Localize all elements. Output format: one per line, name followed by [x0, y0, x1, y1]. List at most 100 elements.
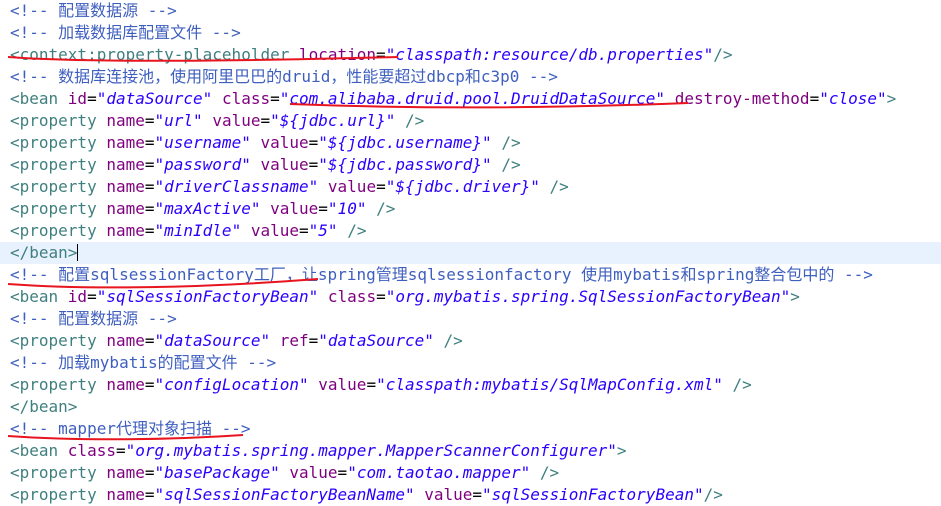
code-token-attr: name — [106, 133, 145, 152]
code-token-comment: <!-- 数据库连接池，使用阿里巴巴的druid，性能要超过dbcp和c3p0 … — [10, 67, 558, 86]
code-token-val: "url" — [154, 111, 203, 130]
code-token-val: "dataSource" — [96, 89, 213, 108]
code-token-txt: = — [299, 221, 309, 240]
code-token-txt: = — [87, 89, 97, 108]
code-token-tag: <property — [10, 133, 107, 152]
code-token-val: "${jdbc.username}" — [318, 133, 492, 152]
code-token-attr: id — [67, 89, 88, 108]
code-line[interactable]: <property name="configLocation" value="c… — [0, 374, 941, 396]
code-line[interactable]: <property name="minIdle" value="5" /> — [0, 220, 941, 242]
code-token-val: "configLocation" — [154, 375, 309, 394]
code-token-tag: <property — [10, 111, 107, 130]
code-token-txt: = — [308, 133, 319, 152]
code-line[interactable]: <property name="dataSource" ref="dataSou… — [0, 330, 941, 352]
code-token-val: "password" — [154, 155, 251, 174]
code-token-tag: <property — [10, 199, 107, 218]
code-token-txt: = — [376, 287, 386, 306]
code-token-txt: = — [144, 463, 155, 482]
code-token-txt: = — [144, 199, 155, 218]
code-token-txt: = — [318, 199, 328, 218]
code-line[interactable]: </bean> — [0, 396, 941, 418]
code-token-val: "classpath:mybatis/SqlMapConfig.xml" — [376, 375, 723, 394]
code-token-attr: name — [106, 375, 145, 394]
code-token-attr: value — [212, 111, 261, 130]
code-token-tag: > — [790, 287, 800, 306]
code-token-txt: = — [308, 331, 319, 350]
code-token-val: "${jdbc.driver}" — [385, 177, 540, 196]
code-token-tag: <bean — [10, 287, 68, 306]
text-caret — [77, 244, 79, 261]
code-line[interactable]: <property name="basePackage" value="com.… — [0, 462, 941, 484]
code-token-txt: = — [144, 221, 155, 240]
code-token-val: "10" — [327, 199, 367, 218]
code-token-txt: = — [144, 485, 155, 504]
code-line[interactable]: <!-- 数据库连接池，使用阿里巴巴的druid，性能要超过dbcp和c3p0 … — [0, 66, 941, 88]
code-token-val: "org.mybatis.spring.SqlSessionFactoryBea… — [385, 287, 791, 306]
code-line[interactable]: <!-- 配置数据源 --> — [0, 0, 941, 22]
code-token-tag: <property — [10, 375, 107, 394]
code-token-tag: > — [616, 441, 627, 460]
code-token-attr: ref — [279, 331, 309, 350]
code-line[interactable]: <!-- 加载数据库配置文件 --> — [0, 22, 941, 44]
code-token-attr: value — [424, 485, 473, 504]
code-token-tag: /> — [732, 375, 752, 394]
code-token-txt: = — [144, 375, 155, 394]
code-token-val: "${jdbc.url}" — [270, 111, 396, 130]
code-line[interactable]: <!-- mapper代理对象扫描 --> — [0, 418, 941, 440]
code-line[interactable]: <bean id="dataSource" class="com.alibaba… — [0, 88, 941, 110]
code-token-attr: destroy-method — [674, 89, 810, 108]
code-line[interactable]: </bean> — [0, 242, 941, 264]
code-token-attr: name — [106, 111, 145, 130]
code-token-tag: <context:property-placeholder — [10, 45, 299, 64]
code-token-val: "basePackage" — [154, 463, 280, 482]
code-line[interactable]: <!-- 配置数据源 --> — [0, 308, 941, 330]
code-token-val: "sqlSessionFactoryBeanName" — [154, 485, 415, 504]
code-line[interactable]: <property name="username" value="${jdbc.… — [0, 132, 941, 154]
code-token-val: "com.taotao.mapper" — [347, 463, 531, 482]
code-line[interactable]: <property name="driverClassname" value="… — [0, 176, 941, 198]
code-token-txt: = — [270, 89, 280, 108]
code-token-val: "sqlSessionFactoryBean" — [482, 485, 704, 504]
code-line[interactable]: <property name="maxActive" value="10" /> — [0, 198, 941, 220]
code-line[interactable]: <!-- 配置sqlsessionFactory工厂，让spring管理sqls… — [0, 264, 941, 286]
code-token-tag: <property — [10, 177, 107, 196]
code-token-tag: <property — [10, 485, 107, 504]
code-token-attr: location — [298, 45, 377, 64]
code-token-tag: /> — [376, 199, 396, 218]
code-token-val: "minIdle" — [154, 221, 242, 240]
code-token-attr: value — [260, 155, 309, 174]
code-token-comment: <!-- 配置数据源 --> — [10, 1, 177, 20]
code-token-txt: = — [472, 485, 483, 504]
code-token-tag: </bean> — [10, 243, 78, 262]
code-line[interactable]: <context:property-placeholder location="… — [0, 44, 941, 66]
code-token-txt: = — [308, 155, 319, 174]
code-token-attr: class — [67, 441, 116, 460]
code-token-attr: id — [67, 287, 88, 306]
code-token-tag: <property — [10, 331, 107, 350]
xml-code-editor[interactable]: <!-- 配置数据源 --> <!-- 加载数据库配置文件 --> <context… — [0, 0, 941, 504]
code-token-val: "com.alibaba.druid.pool.DruidDataSource" — [279, 89, 666, 108]
code-token-txt: = — [144, 133, 155, 152]
code-token-tag: /> — [539, 463, 560, 482]
code-line[interactable]: <property name="password" value="${jdbc.… — [0, 154, 941, 176]
code-line[interactable]: <bean class="org.mybatis.spring.mapper.M… — [0, 440, 941, 462]
code-token-tag: <property — [10, 463, 107, 482]
code-token-txt: = — [260, 111, 271, 130]
code-token-val: "classpath:resource/db.properties" — [385, 45, 714, 64]
code-line[interactable]: <!-- 加载mybatis的配置文件 --> — [0, 352, 941, 374]
code-token-txt: = — [337, 463, 348, 482]
code-token-attr: name — [106, 331, 145, 350]
code-line[interactable]: <bean id="sqlSessionFactoryBean" class="… — [0, 286, 941, 308]
code-token-attr: value — [327, 177, 377, 196]
code-token-tag: </bean> — [10, 397, 78, 416]
code-token-val: "dataSource" — [154, 331, 271, 350]
code-line[interactable]: <property name="url" value="${jdbc.url}"… — [0, 110, 941, 132]
